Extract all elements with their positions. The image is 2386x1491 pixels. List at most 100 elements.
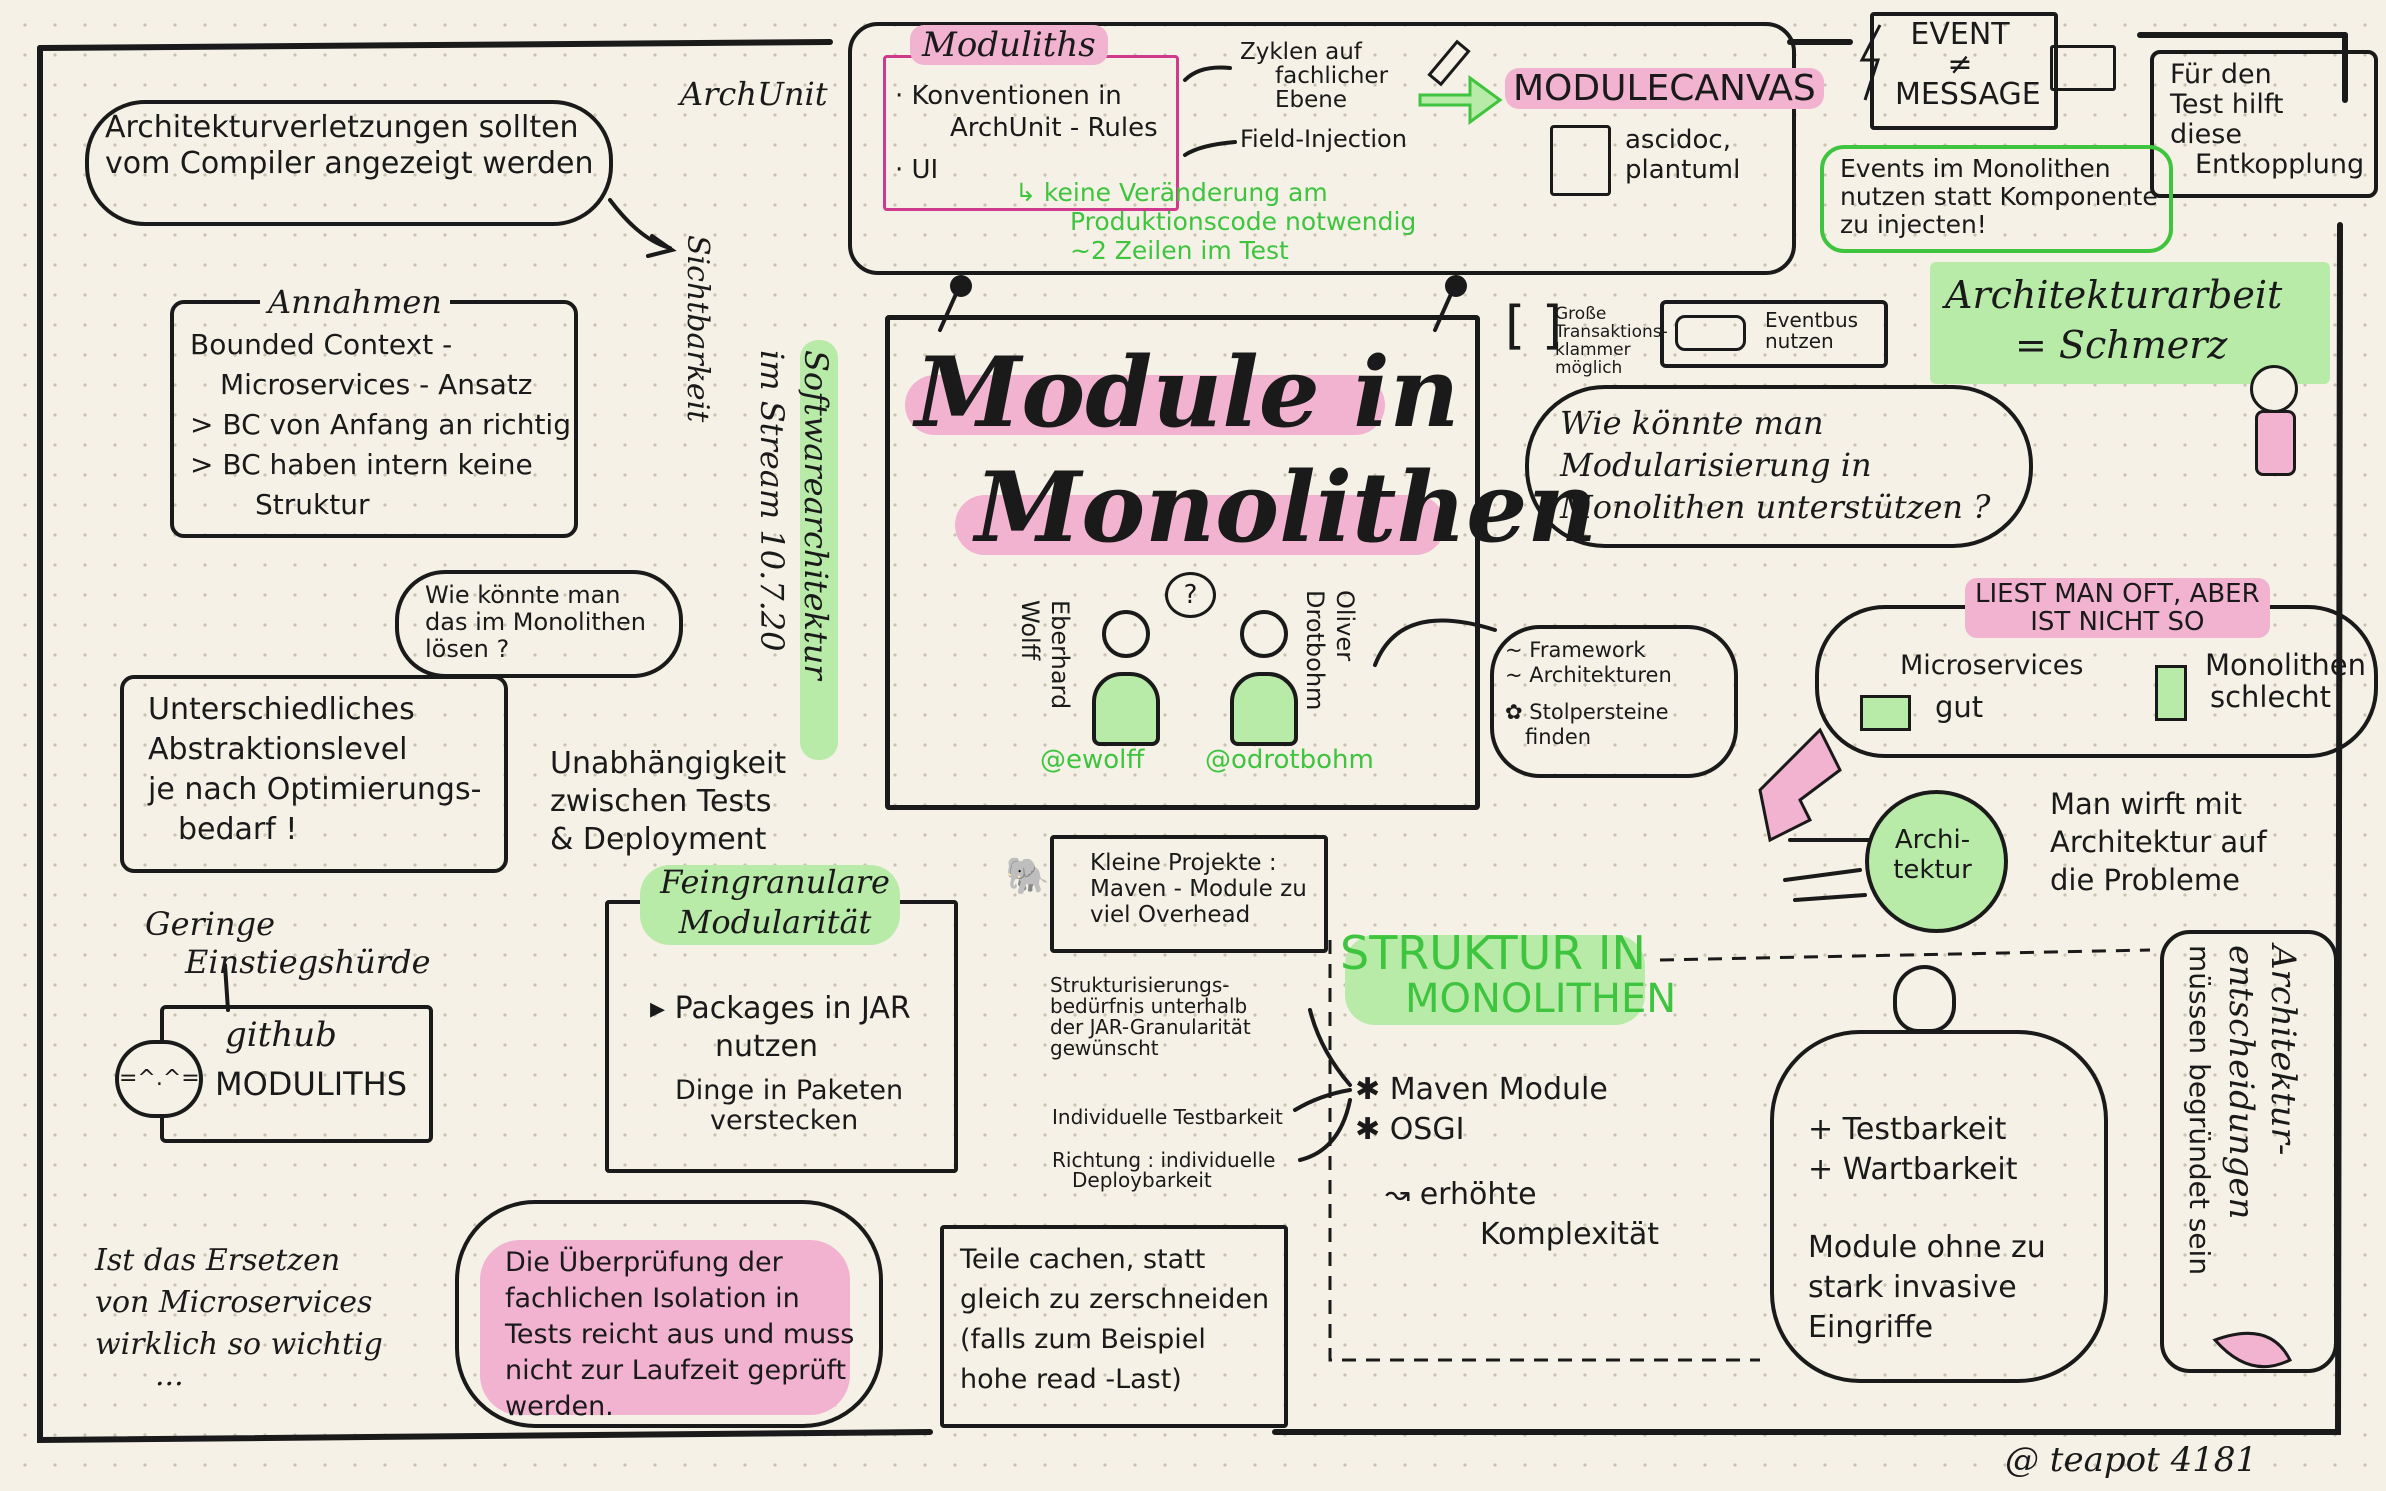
annahmen-line: Microservices - Ansatz — [220, 368, 533, 401]
struktur-items: ✱ Maven Module ✱ OSGI ↝ erhöhte Komplexi… — [1355, 1070, 1659, 1255]
event-text: EVENT ≠ MESSAGE — [1895, 17, 2041, 110]
cachen-text: Teile cachen, statt gleich zu zerschneid… — [960, 1240, 1269, 1400]
page-title: Module in Monolithen — [915, 335, 1597, 565]
speaker-left-name-2: Wolff — [1016, 600, 1044, 661]
modularisierung-text: Wie könnte man Modularisierung in Monoli… — [1560, 402, 1990, 528]
event-line-2: ≠ — [1947, 47, 1973, 82]
moduliths-bullet-2-text: UI — [911, 155, 939, 185]
struktur-left-1-line: der JAR-Granularität — [1050, 1015, 1251, 1039]
abstraktion-line: Abstraktionslevel — [148, 732, 408, 767]
compiler-cloud-text: Architekturverletzungen sollten vom Comp… — [105, 110, 594, 182]
struktur-erhoehte-2: Komplexität — [1480, 1217, 1660, 1252]
speaker-left-handle: @ewolff — [1040, 745, 1145, 775]
entscheidungen-text: Architektur- entscheidungen müssen begrü… — [2178, 945, 2304, 1345]
signature: @ teapot 4181 — [2005, 1440, 2258, 1480]
struktur-left-2: Individuelle Testbarkeit — [1052, 1105, 1283, 1129]
zyklen-line-1: Zyklen auf — [1240, 39, 1362, 65]
annahmen-line: > BC haben intern keine — [190, 448, 533, 481]
transaktion-line: klammer — [1555, 340, 1631, 360]
cachen-line: hohe read -Last) — [960, 1364, 1182, 1395]
framework-text: ~ Framework ~ Architekturen ✿ Stolperste… — [1505, 638, 1672, 750]
liest-heading: LIEST MAN OFT, ABER IST NICHT SO — [1965, 578, 2270, 638]
vorteile-text: + Testbarkeit + Wartbarkeit Module ohne … — [1808, 1110, 2046, 1348]
cachen-line: gleich zu zerschneiden — [960, 1284, 1270, 1315]
wirft-line: die Probleme — [2050, 863, 2240, 897]
moduliths-green-line-2: Produktionscode notwendig — [1070, 207, 1417, 236]
speaker-right-name-2: Drotbohm — [1301, 590, 1329, 711]
feingranular-heading-1: Feingranulare — [660, 863, 890, 901]
field-injection-label: Field-Injection — [1240, 125, 1407, 153]
cachen-line: (falls zum Beispiel — [960, 1324, 1206, 1355]
lightbulb-icon — [1893, 965, 1956, 1033]
struktur-heading-1: STRUKTUR IN — [1340, 926, 1646, 980]
liest-micro: Microservices — [1900, 650, 2084, 681]
eventbus-line-1: Eventbus — [1765, 308, 1859, 332]
annahmen-list: Bounded Context - Microservices - Ansatz… — [190, 325, 571, 525]
asciidoc-line-2: plantuml — [1625, 155, 1741, 185]
vorteile-line: Eingriffe — [1808, 1310, 1934, 1345]
speaker-right-name-1: Oliver — [1331, 590, 1359, 662]
title-line-2: Monolithen — [975, 451, 1598, 564]
test-hilft-line: Entkopplung — [2195, 149, 2365, 180]
asciidoc-line-1: ascidoc, — [1625, 125, 1731, 155]
moduliths-green-text: ↳ keine Veränderung am Produktionscode n… — [1015, 178, 1416, 265]
sichtbarkeit-label: Sichtbarkeit — [680, 235, 715, 423]
moduliths-bullets: · Konventionen in ArchUnit - Rules · UI — [895, 80, 1158, 186]
github-label: github — [225, 1015, 337, 1055]
modularisierung-line: Modularisierung in — [1560, 446, 1872, 484]
moduliths-bullet-1b: ArchUnit - Rules — [950, 113, 1158, 143]
struktur-left-1-line: gewünscht — [1050, 1036, 1159, 1060]
transaktion-line: möglich — [1555, 358, 1623, 378]
gear-icon: ✿ — [1505, 700, 1530, 724]
wirft-text: Man wirft mit Architektur auf die Proble… — [2050, 785, 2267, 899]
isolation-line: werden. — [505, 1391, 614, 1422]
schmerz-line-1: Architekturarbeit — [1945, 273, 2283, 317]
struktur-maven: ✱ Maven Module — [1355, 1070, 1659, 1110]
event-line-1: EVENT — [1910, 17, 2010, 52]
star-icon: ✱ — [1355, 1072, 1390, 1107]
ersetzen-line: von Microservices — [95, 1285, 373, 1320]
events-mono-line: Events im Monolithen — [1840, 154, 2111, 183]
events-mono-line: nutzen statt Komponente — [1840, 182, 2158, 211]
kleine-projekte-line: viel Overhead — [1090, 902, 1251, 928]
events-mono-text: Events im Monolithen nutzen statt Kompon… — [1840, 155, 2158, 239]
ersetzen-line: Ist das Ersetzen — [95, 1243, 341, 1278]
test-hilft-line: diese — [2170, 119, 2242, 150]
framework-line-3-text: Stolpersteine — [1529, 700, 1669, 724]
struktur-maven-text: Maven Module — [1389, 1072, 1608, 1107]
transaktion-line: Transaktions- — [1555, 322, 1668, 342]
feingranular-item-2b: verstecken — [710, 1105, 859, 1136]
cachen-line: Teile cachen, statt — [960, 1244, 1206, 1275]
struktur-left-1-line: Strukturisierungs- — [1050, 973, 1230, 997]
framework-line-2: ~ Architekturen — [1505, 663, 1672, 687]
stressed-person-icon — [2250, 365, 2298, 413]
speaker-left-head — [1102, 610, 1150, 658]
vorteile-plus-2: + Wartbarkeit — [1808, 1152, 2018, 1187]
moduliths-green-line-1: ↳ keine Veränderung am — [1015, 178, 1416, 207]
moduliths-green-line-1-text: keine Veränderung am — [1043, 178, 1328, 207]
struktur-left-1: Strukturisierungs- bedürfnis unterhalb d… — [1050, 975, 1251, 1059]
modularisierung-line: Monolithen unterstützen ? — [1560, 488, 1991, 526]
return-arrow-icon: ↳ — [1015, 178, 1044, 207]
asciidoc-text: ascidoc, plantuml — [1625, 125, 1740, 185]
pin-left-icon — [950, 275, 972, 297]
abstraktion-line: bedarf ! — [178, 812, 298, 847]
struktur-left-3: Richtung : individuelle Deploybarkeit — [1052, 1150, 1275, 1190]
question-line-2: das im Monolithen — [425, 608, 646, 636]
document-icon — [1550, 125, 1611, 196]
unabh-line: zwischen Tests — [550, 784, 772, 819]
abstraktion-line: je nach Optimierungs- — [148, 772, 482, 807]
ersetzen-line: wirklich so wichtig — [95, 1327, 383, 1362]
wirft-line: Man wirft mit — [2050, 787, 2243, 821]
eventbus-line-2: nutzen — [1765, 329, 1834, 353]
unabh-line: & Deployment — [550, 822, 767, 857]
framework-line-1: ~ Framework — [1505, 638, 1646, 662]
modulecanvas-label: MODULECANVAS — [1505, 68, 1824, 109]
liest-gut: gut — [1935, 690, 1984, 724]
annahmen-heading: Annahmen — [260, 283, 450, 321]
pin-right-icon — [1445, 275, 1467, 297]
struktur-left-3-line-2: Deploybarkeit — [1072, 1168, 1212, 1192]
struktur-osgi-text: OSGI — [1389, 1112, 1465, 1147]
speaker-right-body — [1230, 672, 1298, 746]
feingranular-item-1a-text: Packages in JAR — [674, 991, 911, 1026]
